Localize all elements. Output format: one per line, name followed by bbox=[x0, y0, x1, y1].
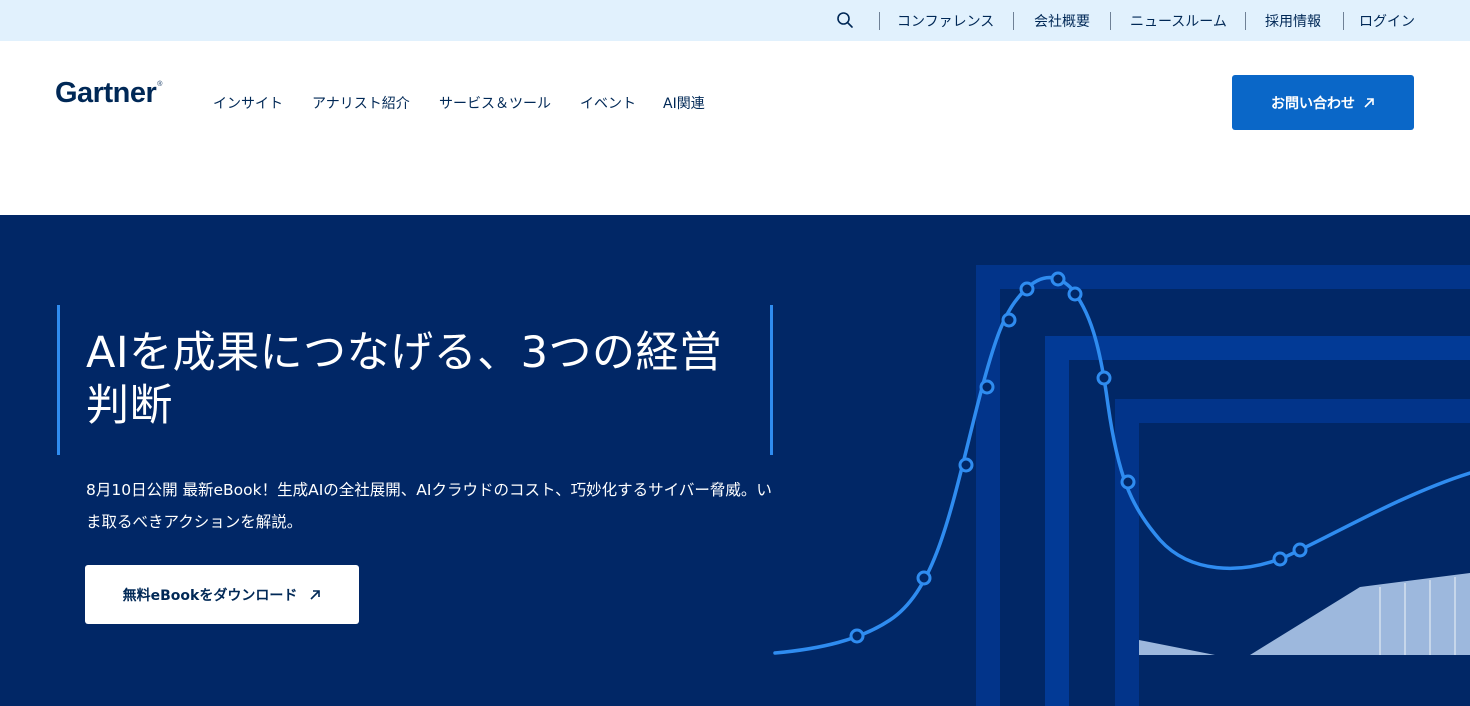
utility-link-newsroom[interactable]: ニュースルーム bbox=[1130, 11, 1227, 31]
utility-divider bbox=[1013, 12, 1014, 30]
utility-divider bbox=[1110, 12, 1111, 30]
arrow-up-right-icon bbox=[310, 589, 321, 600]
contact-button-label: お問い合わせ bbox=[1271, 95, 1355, 112]
gartner-logo[interactable]: Gartner® bbox=[55, 77, 162, 110]
utility-bar: コンファレンス 会社概要 ニュースルーム 採用情報 ログイン bbox=[0, 0, 1470, 41]
search-icon[interactable] bbox=[836, 11, 854, 29]
logo-registered-mark: ® bbox=[157, 81, 162, 88]
utility-divider bbox=[1343, 12, 1344, 30]
utility-link-careers[interactable]: 採用情報 bbox=[1265, 11, 1321, 31]
hero-description: 8月10日公開 最新eBook！生成AIの全社展開、AIクラウドのコスト、巧妙化… bbox=[86, 481, 772, 531]
utility-link-company[interactable]: 会社概要 bbox=[1034, 11, 1090, 31]
title-accent-bar-right bbox=[770, 305, 773, 455]
nav-item-analysts[interactable]: アナリスト紹介 bbox=[312, 93, 410, 113]
logo-text: Gartner bbox=[55, 77, 157, 109]
utility-divider bbox=[879, 12, 880, 30]
contact-button[interactable]: お問い合わせ bbox=[1232, 75, 1414, 130]
hype-cycle-illustration bbox=[773, 265, 1470, 706]
download-ebook-button[interactable]: 無料eBookをダウンロード bbox=[85, 565, 359, 624]
utility-link-login[interactable]: ログイン bbox=[1359, 11, 1415, 31]
main-header: Gartner® インサイト アナリスト紹介 サービス＆ツール イベント AI関… bbox=[0, 41, 1470, 215]
nav-item-events[interactable]: イベント bbox=[580, 93, 636, 113]
hero-title: AIを成果につなげる、3つの経営判断 bbox=[86, 328, 723, 431]
arrow-up-right-icon bbox=[1364, 97, 1374, 108]
title-accent-bar-left bbox=[57, 305, 60, 455]
utility-link-conference[interactable]: コンファレンス bbox=[897, 11, 994, 31]
download-ebook-label: 無料eBookをダウンロード bbox=[122, 587, 298, 604]
utility-divider bbox=[1245, 12, 1246, 30]
nav-item-services-tools[interactable]: サービス＆ツール bbox=[439, 93, 551, 113]
nav-item-insights[interactable]: インサイト bbox=[213, 93, 283, 113]
hero-banner: AIを成果につなげる、3つの経営判断 8月10日公開 最新eBook！生成AIの… bbox=[0, 215, 1470, 706]
nav-item-ai[interactable]: AI関連 bbox=[663, 93, 705, 113]
